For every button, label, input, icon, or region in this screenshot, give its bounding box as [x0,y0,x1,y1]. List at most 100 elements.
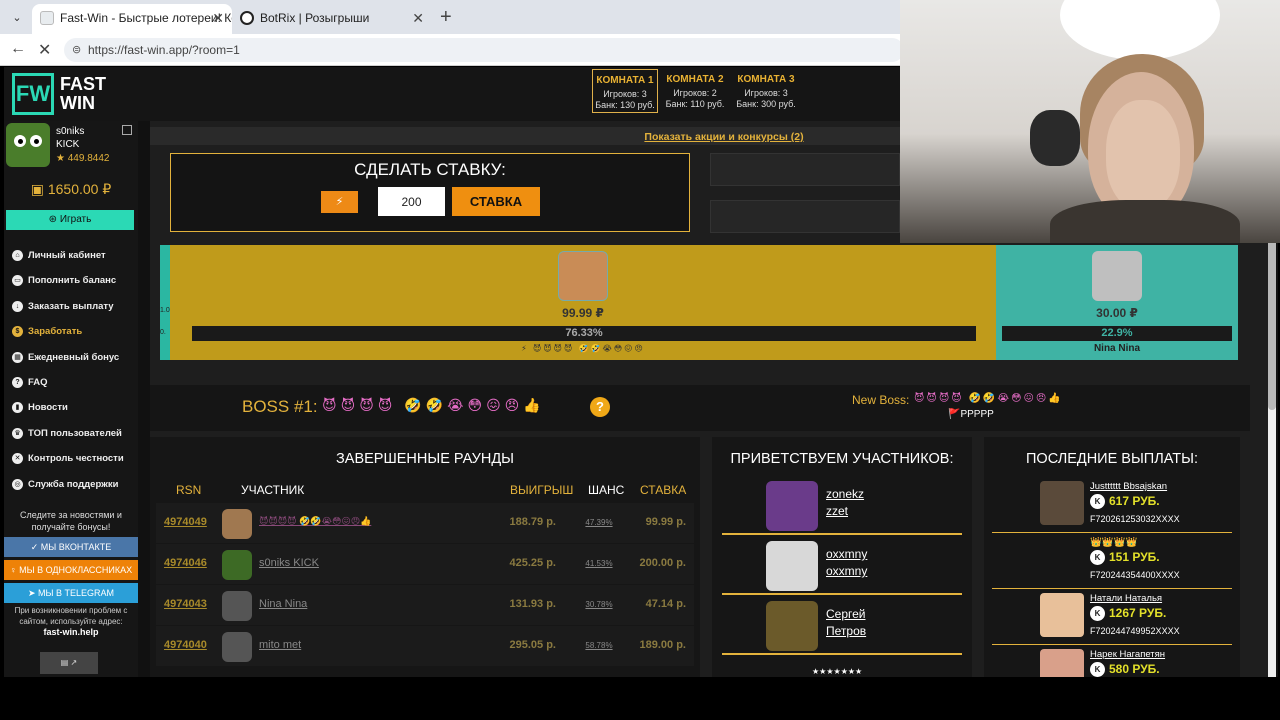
player-1-amount: 99.99 ₽ [562,306,604,320]
sidebar-menu: ⌂ Личный кабинет ▭ Пополнить баланс ↓ Заказ… [4,248,138,502]
kassa-icon: K [1090,662,1105,677]
site-info-icon[interactable]: ⊜ [72,38,81,62]
sidebar-item-account[interactable]: ⌂ Личный кабинет [4,248,138,273]
payout-user-link[interactable]: Натали Наталья [1090,593,1162,604]
player-2-amount: 30.00 ₽ [1096,306,1138,320]
player-2-name: Nina Nina [1093,343,1141,354]
gamepad-icon: ⊛ [48,214,60,225]
list-item: oxxmny oxxmny [722,537,962,595]
player-name-link[interactable]: 😈😈😈😈 🤣🤣😭😳😖😠👍 [259,516,371,527]
home-icon: ⌂ [12,250,23,261]
vk-button[interactable]: ✓ МЫ ВКОНТАКТЕ [4,537,138,557]
member-avatar [766,481,818,531]
payout-user-link[interactable]: 👑👑👑👑 [1090,537,1137,548]
table-row: 4974049 😈😈😈😈 🤣🤣😭😳😖😠👍 188.79 р. 47.39% 99… [156,503,694,543]
user-score: ★ 449.8442 [56,153,110,164]
close-tab-icon[interactable]: ✕ [212,4,224,32]
member-name-link[interactable]: Сергей Петров [826,606,866,640]
round-id-link[interactable]: 4974040 [164,639,207,651]
player-1-avatar[interactable] [558,251,608,301]
url-bar[interactable]: ⊜ https://fast-win.app/?room=1 [64,38,904,62]
round-id-link[interactable]: 4974049 [164,516,207,528]
sidebar-item-fairness[interactable]: ✕ Контроль честности [4,451,138,476]
room-1-button[interactable]: КОМНАТА 1 Игроков: 3 Банк: 130 руб. [592,69,658,113]
user-avatar[interactable] [6,123,50,167]
more-members: ★★★★★★★ [812,667,863,676]
quick-bet-button[interactable]: ⚡ [321,191,358,213]
member-name-link[interactable]: oxxmny oxxmny [826,546,867,580]
boss-help-icon[interactable]: ? [590,397,610,417]
logout-icon[interactable] [122,125,132,135]
sidebar-item-withdraw[interactable]: ↓ Заказать выплату [4,299,138,324]
payout-user-link[interactable]: Justttttt Bbsajskan [1090,481,1167,492]
gift-icon: ▦ [12,351,23,363]
close-tab-icon[interactable]: ✕ [412,4,424,32]
member-avatar [766,541,818,591]
payout-avatar [1040,481,1084,525]
promo-link[interactable]: Показать акции и конкурсы (2) [644,131,803,143]
sidebar-item-daily-bonus[interactable]: ▦ Ежедневный бонус [4,350,138,375]
payout-user-link[interactable]: Нарек Нагапетян [1090,649,1165,660]
telegram-button[interactable]: ➤ МЫ В TELEGRAM [4,583,138,603]
stop-loading-icon[interactable]: ✕ [38,40,51,60]
player-name-link[interactable]: Nina Nina [259,598,307,610]
welcome-panel: ПРИВЕТСТВУЕМ УЧАСТНИКОВ: zonekz zzet oxxm… [712,437,972,677]
player-name-link[interactable]: mito met [259,639,301,651]
member-name-link[interactable]: zonekz zzet [826,486,864,520]
col-bet: СТАВКА [640,483,687,497]
ok-button[interactable]: ♀ МЫ В ОДНОКЛАССНИКАХ [4,560,138,580]
lifebuoy-icon: ◎ [12,478,23,490]
sidebar-item-earn[interactable]: $ Заработать [4,324,138,349]
support-domain-link[interactable]: fast-win.help [43,627,98,637]
bet-amount-input[interactable] [378,187,445,216]
new-boss-subtitle: 🚩PPPPP [948,409,994,420]
round-id-link[interactable]: 4974043 [164,598,207,610]
col-win: ВЫИГРЫШ [510,483,574,497]
table-row: 4974040 mito met 295.05 р. 58.78% 189.00… [156,626,694,666]
round-id-link[interactable]: 4974046 [164,557,207,569]
sidebar-item-news[interactable]: ▮ Новости [4,400,138,425]
botrix-icon [240,11,254,25]
payout-avatar [1040,649,1084,677]
sidebar-item-top-users[interactable]: ♛ ТОП пользователей [4,426,138,451]
welcome-title: ПРИВЕТСТВУЕМ УЧАСТНИКОВ: [730,451,954,467]
table-row: 4974043 Nina Nina 131.93 р. 30.78% 47.14… [156,585,694,625]
trophy-icon: ♛ [12,427,23,439]
sidebar-item-faq[interactable]: ? FAQ [4,375,138,400]
sidebar-item-support[interactable]: ◎ Служба поддержки [4,477,138,502]
counter-badge-icon[interactable]: ▤ ↗ [40,652,98,674]
tab-botrix[interactable]: BotRix | Розыгрыши ✕ [232,4,432,34]
logo-text-line2: WIN [60,93,95,113]
place-bet-button[interactable]: СТАВКА [452,187,540,216]
user-name: s0niks KICK [56,126,85,150]
player-2-segment: 30.00 ₽ 22.9% Nina Nina [996,245,1238,360]
room-3-button[interactable]: КОМНАТА 3 Игроков: 3 Банк: 300 руб. [733,69,799,113]
new-tab-icon[interactable]: + [440,6,452,29]
site-logo[interactable]: FW FAST WIN [12,73,112,115]
rounds-title: ЗАВЕРШЕННЫЕ РАУНДЫ [336,451,514,467]
game-arena: 1.0 0. 99.99 ₽ 76.33% ⚡ 😈😈😈😈 🤣🤣😭😳😖😠 30.0… [160,245,1238,360]
play-button[interactable]: ⊛ Играть [6,210,134,230]
logo-text-line1: FAST [60,74,107,94]
tab-list-icon[interactable]: ⌄ [8,9,26,27]
bet-panel: СДЕЛАТЬ СТАВКУ: ⚡ СТАВКА [170,153,690,232]
table-row: 4974046 s0niks KICK 425.25 р. 41.53% 200… [156,544,694,584]
player-name-link[interactable]: s0niks KICK [259,557,319,569]
tab-fast-win[interactable]: Fast-Win - Быстрые лотереи! Ком ✕ [32,4,232,34]
sidebar: s0niks KICK ★ 449.8442 ▣ 1650.00 ₽ ⊛ Игр… [4,121,138,677]
boss-title: BOSS #1: [242,397,318,416]
ok-icon: ♀ [9,565,20,575]
payouts-panel: ПОСЛЕДНИЕ ВЫПЛАТЫ: Justttttt Bbsajskan K… [984,437,1240,677]
player-2-avatar[interactable] [1092,251,1142,301]
telegram-icon: ➤ [27,588,39,598]
list-item: 👑👑👑👑 K 151 РУБ. F720244354400XXXX [992,533,1232,589]
boss-emojis: 😈😈😈😈 🤣🤣😭😳😖😠👍 [322,397,545,413]
member-avatar [766,601,818,651]
sidebar-item-deposit[interactable]: ▭ Пополнить баланс [4,273,138,298]
room-2-button[interactable]: КОМНАТА 2 Игроков: 2 Банк: 110 руб. [662,69,728,113]
support-info: При возникновении проблем с сайтом, испо… [14,606,128,637]
webcam-overlay [900,0,1280,243]
user-balance: ▣ 1650.00 ₽ [30,181,112,197]
back-icon[interactable]: ← [10,40,26,58]
card-icon: ▭ [12,275,23,287]
